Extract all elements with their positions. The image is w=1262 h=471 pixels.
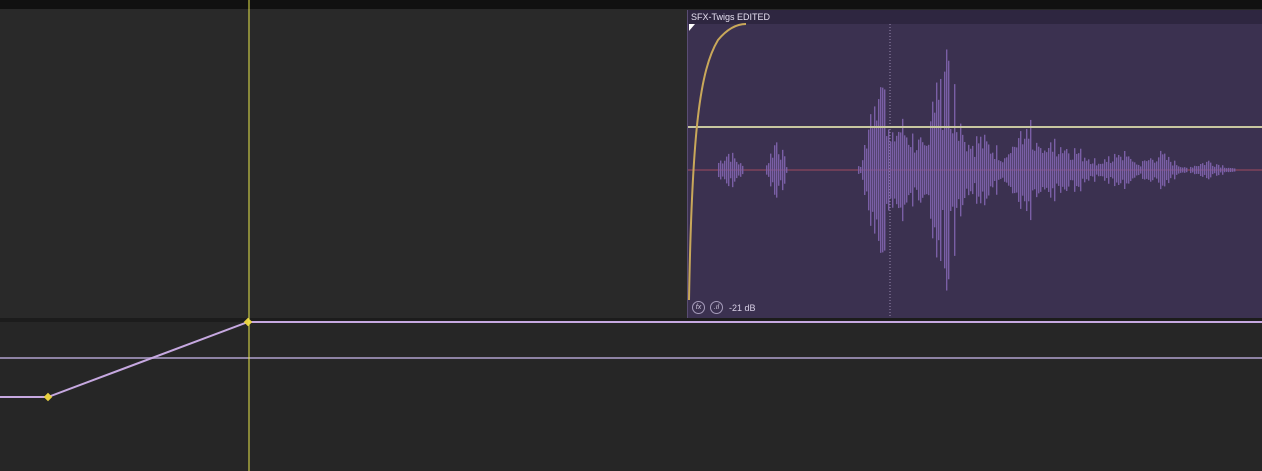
timeline-overlay [0,0,1262,471]
keyframe-1[interactable] [43,392,53,402]
automation-line[interactable] [0,321,1262,398]
keyframe-2[interactable] [243,317,253,327]
